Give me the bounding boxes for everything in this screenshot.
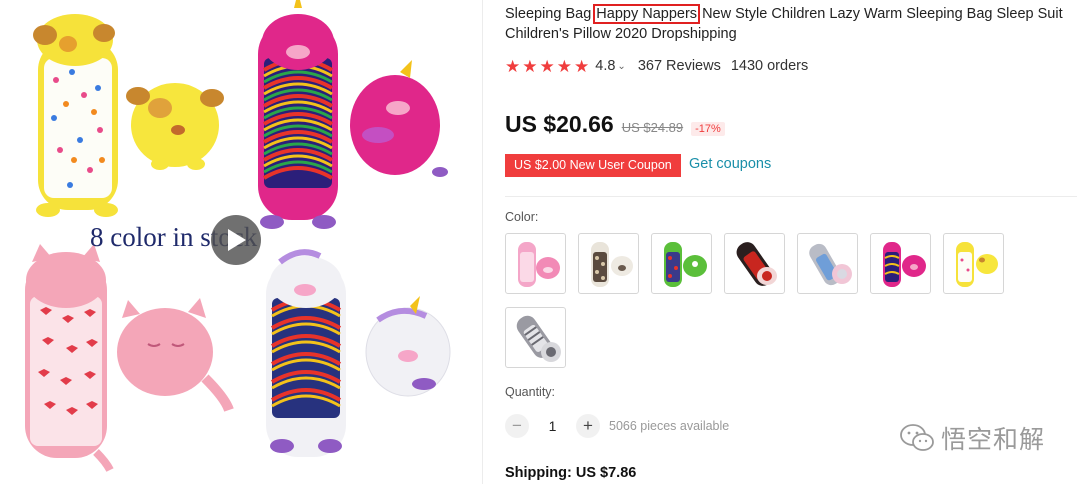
swatch-thumbnail [664, 242, 707, 287]
orders-count: 1430 orders [730, 58, 809, 74]
title-brand-highlight: Happy Nappers [593, 4, 701, 24]
current-price: US $20.66 [505, 111, 614, 137]
swatch-thumbnail [809, 243, 852, 286]
swatch-thumbnail [956, 242, 998, 287]
color-swatch-leopard[interactable] [578, 233, 639, 294]
color-swatch-yellow-dog[interactable] [943, 233, 1004, 294]
unicorn-rainbow-bag [258, 0, 338, 229]
swatch-thumbnail [883, 242, 926, 287]
section-divider [505, 196, 1077, 197]
watermark-text: 悟空和解 [941, 426, 1046, 454]
quantity-minus-button[interactable]: − [505, 414, 529, 438]
reviews-count[interactable]: 367 Reviews [638, 58, 721, 74]
cat-sleeping-bag [25, 244, 114, 472]
white-unicorn-pillow [365, 296, 451, 397]
color-swatch-grey-raccoon[interactable] [505, 307, 566, 368]
quantity-stepper: − 1 + 5066 pieces available [505, 414, 729, 438]
swatch-thumbnail [736, 242, 777, 286]
color-swatch-black-red[interactable] [724, 233, 785, 294]
price-row: US $20.66 US $24.89 -17% [505, 111, 725, 138]
pieces-available: 5066 pieces available [609, 419, 730, 433]
new-user-coupon[interactable]: US $2.00 New User Coupon [505, 154, 685, 177]
title-prefix: Sleeping Bag [505, 6, 596, 22]
get-coupons-link[interactable]: Get coupons [689, 156, 771, 172]
color-swatch-green-monster[interactable] [651, 233, 712, 294]
star-icon: ★ [539, 56, 555, 76]
dog-sleeping-bag [33, 14, 118, 217]
star-icon: ★ [505, 56, 521, 76]
star-icon: ★ [574, 56, 590, 76]
color-label: Color: [505, 210, 539, 224]
color-swatch-grey-blue[interactable] [797, 233, 858, 294]
chevron-down-icon[interactable]: ⌄ [617, 61, 625, 72]
play-icon [228, 229, 246, 251]
video-play-button[interactable] [211, 215, 261, 265]
swatch-thumbnail [516, 315, 561, 362]
column-divider [482, 0, 483, 484]
unicorn-pillow [350, 60, 448, 177]
product-info-panel: Sleeping Bag Happy Nappers New Style Chi… [505, 0, 1077, 484]
original-price: US $24.89 [621, 120, 684, 135]
dog-pillow [126, 83, 224, 170]
swatch-thumbnail [591, 242, 633, 287]
swatch-thumbnail [518, 242, 560, 287]
star-icon: ★ [556, 56, 572, 76]
discount-badge: -17% [691, 122, 725, 136]
product-title: Sleeping Bag Happy Nappers New Style Chi… [505, 4, 1075, 44]
product-main-image[interactable]: 8 color in stock [0, 0, 478, 484]
color-swatch-rainbow-unicorn[interactable] [870, 233, 931, 294]
rating-row: ★ ★ ★ ★ ★ 4.8 ⌄ 367 Reviews 1430 orders [505, 56, 808, 76]
color-swatch-pink-pig[interactable] [505, 233, 566, 294]
watermark: 悟空和解 [900, 420, 1045, 456]
star-rating: ★ ★ ★ ★ ★ [505, 58, 589, 75]
cat-pillow [117, 298, 234, 412]
wechat-icon [900, 424, 934, 451]
star-icon: ★ [522, 56, 538, 76]
white-unicorn-bag [266, 249, 346, 457]
rating-value[interactable]: 4.8 [595, 58, 615, 74]
quantity-plus-button[interactable]: + [576, 414, 600, 438]
quantity-label: Quantity: [505, 385, 556, 399]
shipping-cost: Shipping: US $7.86 [505, 465, 637, 481]
quantity-value[interactable]: 1 [529, 418, 576, 434]
